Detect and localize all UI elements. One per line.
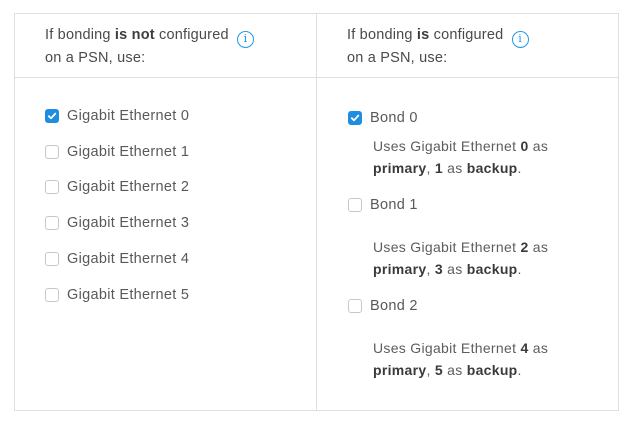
right-column-header: If bonding is configured i on a PSN, use… <box>347 25 529 69</box>
interface-label: Gigabit Ethernet 5 <box>67 287 190 303</box>
backup-word: backup <box>466 362 518 378</box>
desc-text: , <box>426 261 435 277</box>
checkmark-icon <box>47 112 57 120</box>
desc-text: as <box>442 160 467 176</box>
desc-text: as <box>442 362 467 378</box>
right-header-prefix: If bonding <box>347 27 417 43</box>
left-header-line2: on a PSN, use: <box>45 50 146 66</box>
checkmark-icon <box>350 114 360 122</box>
primary-word: primary <box>373 261 427 277</box>
desc-text: , <box>426 160 435 176</box>
interface-label: Gigabit Ethernet 4 <box>67 251 190 267</box>
bond-description: Uses Gigabit Ethernet 0 as primary, 1 as… <box>373 135 548 179</box>
interface-option[interactable]: Gigabit Ethernet 2 <box>45 179 189 195</box>
right-header-line2: on a PSN, use: <box>347 50 448 66</box>
primary-port: 0 <box>520 138 529 154</box>
checkbox[interactable] <box>45 180 59 194</box>
checkbox[interactable] <box>45 216 59 230</box>
bond-description: Uses Gigabit Ethernet 2 as primary, 3 as… <box>373 236 548 280</box>
column-divider <box>316 13 317 411</box>
desc-text: . <box>517 362 522 378</box>
desc-text: . <box>517 160 522 176</box>
backup-port: 1 <box>434 160 443 176</box>
desc-text: Uses Gigabit Ethernet <box>373 138 521 154</box>
backup-port: 3 <box>434 261 443 277</box>
primary-port: 4 <box>520 340 529 356</box>
backup-word: backup <box>466 160 518 176</box>
backup-word: backup <box>466 261 518 277</box>
backup-port: 5 <box>434 362 443 378</box>
interface-option[interactable]: Gigabit Ethernet 1 <box>45 144 189 160</box>
interface-option[interactable]: Gigabit Ethernet 5 <box>45 287 189 303</box>
bond-option[interactable]: Bond 0 <box>348 110 418 126</box>
checkbox[interactable] <box>45 252 59 266</box>
bond-option[interactable]: Bond 2 <box>348 298 418 314</box>
primary-word: primary <box>373 362 427 378</box>
desc-text: . <box>517 261 522 277</box>
checkbox[interactable] <box>348 299 362 313</box>
right-header-suffix: configured <box>429 27 504 43</box>
right-header-bold: is <box>416 27 430 43</box>
interface-label: Gigabit Ethernet 3 <box>67 215 190 231</box>
desc-text: as <box>528 138 549 154</box>
info-icon[interactable]: i <box>236 31 254 48</box>
left-header-prefix: If bonding <box>45 27 115 43</box>
interface-option[interactable]: Gigabit Ethernet 0 <box>45 108 189 124</box>
info-icon[interactable]: i <box>511 31 529 48</box>
header-divider <box>14 77 619 78</box>
desc-text: Uses Gigabit Ethernet <box>373 340 521 356</box>
desc-text: , <box>426 362 435 378</box>
checkbox[interactable] <box>45 145 59 159</box>
checkbox[interactable] <box>45 288 59 302</box>
desc-text: as <box>442 261 467 277</box>
checkbox[interactable] <box>348 198 362 212</box>
primary-word: primary <box>373 160 427 176</box>
desc-text: as <box>528 340 549 356</box>
left-header-suffix: configured <box>154 27 229 43</box>
desc-text: Uses Gigabit Ethernet <box>373 239 521 255</box>
interface-label: Gigabit Ethernet 1 <box>67 144 190 160</box>
interface-option[interactable]: Gigabit Ethernet 4 <box>45 251 189 267</box>
bond-description: Uses Gigabit Ethernet 4 as primary, 5 as… <box>373 337 548 381</box>
interface-label: Gigabit Ethernet 0 <box>67 108 190 124</box>
bond-label: Bond 2 <box>370 298 418 314</box>
bond-label: Bond 1 <box>370 197 418 213</box>
interface-option[interactable]: Gigabit Ethernet 3 <box>45 215 189 231</box>
checkbox[interactable] <box>348 111 362 125</box>
bond-label: Bond 0 <box>370 110 418 126</box>
desc-text: as <box>528 239 549 255</box>
bond-option[interactable]: Bond 1 <box>348 197 418 213</box>
primary-port: 2 <box>520 239 529 255</box>
left-column-header: If bonding is not configured i on a PSN,… <box>45 25 254 69</box>
interface-label: Gigabit Ethernet 2 <box>67 179 190 195</box>
checkbox[interactable] <box>45 109 59 123</box>
left-header-bold: is not <box>114 27 155 43</box>
